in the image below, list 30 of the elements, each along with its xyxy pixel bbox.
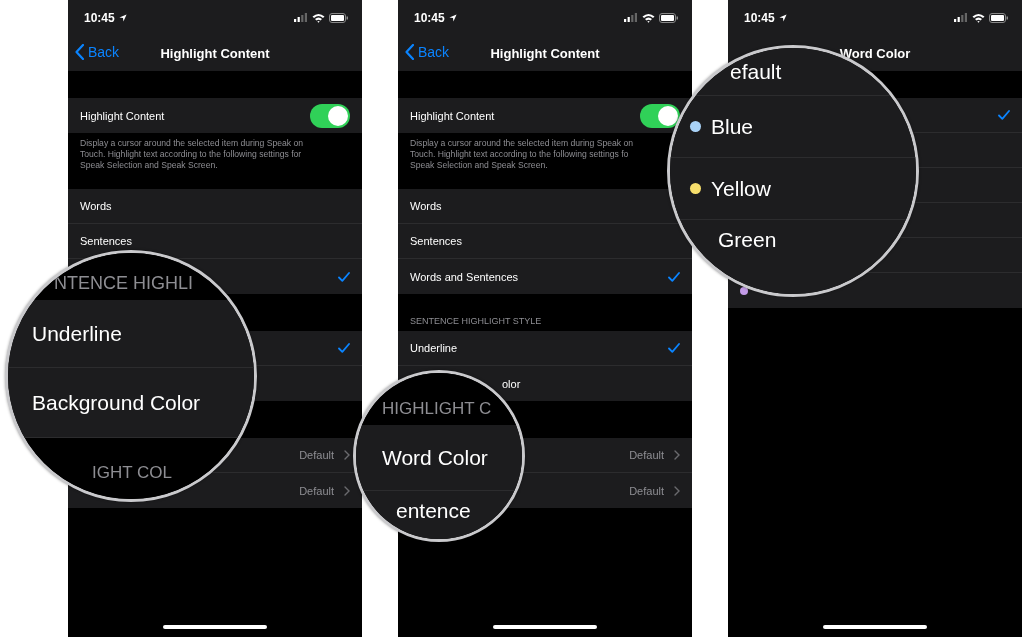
section-header: NTENCE HIGHLI (54, 273, 194, 294)
status-time: 10:45 (744, 10, 775, 25)
status-time: 10:45 (84, 10, 115, 25)
row-label: Green (718, 228, 777, 252)
section-header: HIGHLIGHT C (382, 399, 492, 419)
row-label: Yellow (711, 176, 771, 201)
status-time: 10:45 (414, 10, 445, 25)
row-label: Highlight Content (410, 109, 495, 122)
row-label: Blue (711, 114, 754, 139)
row-label: Words and Sentences (410, 270, 519, 283)
row-label: Words (80, 200, 112, 212)
row-label: Sentences (410, 235, 462, 247)
row-label: Highlight Content (80, 109, 165, 122)
row-value: Default (299, 484, 334, 497)
row-label: Words (410, 200, 442, 212)
row-label: Underline (410, 342, 458, 354)
row-label: olor (502, 377, 521, 390)
section-header: SENTENCE HIGHLIGHT STYLE (410, 316, 542, 326)
row-label: efault (730, 59, 782, 84)
nav-title: Highlight Content (160, 45, 270, 61)
description-text: Display a cursor around the selected item during Speak on Touch. Highlight text according to the following settings fo Speak Selection and Speak Screen. (409, 137, 635, 172)
row-value: Default (299, 449, 334, 461)
nav-title: Word Color (839, 45, 911, 61)
row-label: Underline (32, 321, 122, 346)
row-label: Background Color (32, 390, 201, 415)
row-value: Default (629, 484, 664, 497)
description-text: Display a cursor around the selected item during Speak on Touch. Highlight text according to the following settings for Speak Selection and Speak Screen. (79, 137, 305, 172)
row-label: Sentences (80, 235, 132, 247)
row-value: Default (629, 449, 664, 461)
nav-title: Highlight Content (490, 45, 600, 61)
